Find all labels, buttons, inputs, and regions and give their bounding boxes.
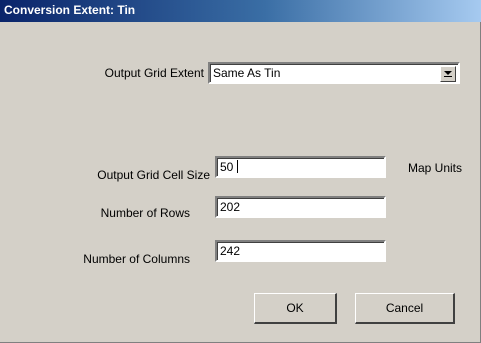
cell-size-value: 50 xyxy=(220,160,234,174)
number-of-rows-input[interactable]: 202 xyxy=(215,196,386,218)
window-title: Conversion Extent: Tin xyxy=(4,3,136,17)
title-bar[interactable]: Conversion Extent: Tin xyxy=(0,0,481,22)
conversion-extent-dialog: Conversion Extent: Tin Output Grid Exten… xyxy=(0,0,481,343)
output-grid-extent-dropdown[interactable]: Same As Tin xyxy=(208,62,460,84)
number-of-rows-label: Number of Rows xyxy=(100,206,190,220)
cell-size-input[interactable]: 50 xyxy=(215,156,386,178)
output-grid-extent-label: Output Grid Extent xyxy=(104,66,204,80)
cancel-button[interactable]: Cancel xyxy=(355,293,455,324)
number-of-columns-label: Number of Columns xyxy=(83,252,190,266)
dropdown-button[interactable] xyxy=(440,66,456,82)
number-of-rows-value: 202 xyxy=(220,200,241,214)
number-of-columns-value: 242 xyxy=(220,244,241,258)
number-of-columns-input[interactable]: 242 xyxy=(215,240,386,262)
ok-button[interactable]: OK xyxy=(254,293,337,324)
output-grid-extent-value: Same As Tin xyxy=(213,66,281,80)
text-caret xyxy=(237,160,238,173)
cell-size-label: Output Grid Cell Size xyxy=(97,168,210,182)
map-units-label: Map Units xyxy=(408,161,463,175)
